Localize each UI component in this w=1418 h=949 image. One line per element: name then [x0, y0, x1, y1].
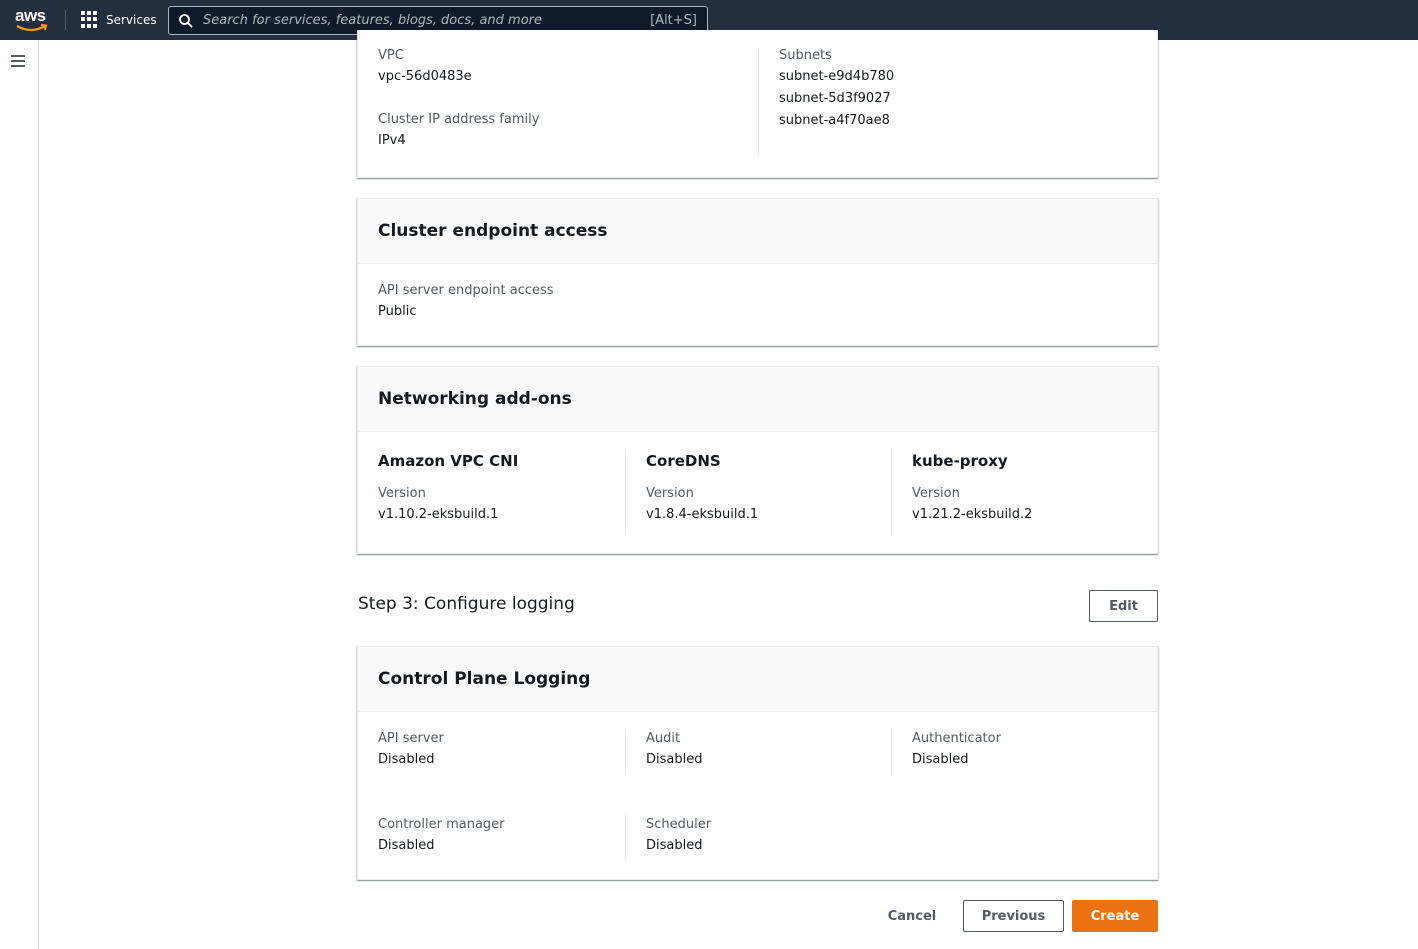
networking-addons-card: Networking add-ons Amazon VPC CNI Versio…: [357, 366, 1158, 554]
column-divider: [758, 48, 759, 158]
grid-icon: [81, 11, 98, 28]
step-title: Step 3: Configure logging: [358, 594, 575, 614]
column-divider: [625, 729, 626, 775]
subnet-value: subnet-a4f70ae8: [779, 113, 890, 128]
networking-card: VPC vpc-56d0483e Cluster IP address fami…: [357, 30, 1158, 178]
previous-button[interactable]: Previous: [963, 900, 1064, 932]
column-divider: [891, 729, 892, 775]
log-type-value: Disabled: [378, 838, 435, 853]
log-type-value: Disabled: [646, 838, 703, 853]
vpc-label: VPC: [378, 48, 404, 63]
card-header: Cluster endpoint access: [358, 199, 1157, 264]
addon-name: Amazon VPC CNI: [378, 452, 519, 470]
card-title: Control Plane Logging: [378, 669, 591, 689]
create-button[interactable]: Create: [1072, 900, 1158, 932]
addon-version-value: v1.21.2-eksbuild.2: [912, 507, 1033, 522]
cancel-button[interactable]: Cancel: [877, 900, 947, 932]
addon-name: kube-proxy: [912, 452, 1008, 470]
side-navigation-rail: [0, 40, 39, 949]
log-type-value: Disabled: [646, 752, 703, 767]
endpoint-access-card: Cluster endpoint access API server endpo…: [357, 198, 1158, 346]
aws-logo[interactable]: aws: [15, 7, 49, 33]
subnet-value: subnet-e9d4b780: [779, 69, 895, 84]
log-type-value: Disabled: [912, 752, 969, 767]
subnets-label: Subnets: [779, 48, 832, 63]
log-type-label: Authenticator: [912, 731, 1001, 746]
services-menu-button[interactable]: Services: [81, 11, 157, 28]
log-type-label: Scheduler: [646, 817, 712, 832]
addon-version-value: v1.10.2-eksbuild.1: [378, 507, 499, 522]
log-type-value: Disabled: [378, 752, 435, 767]
control-plane-logging-card: Control Plane Logging API server Disable…: [357, 646, 1158, 880]
column-divider: [891, 449, 892, 535]
column-divider: [625, 449, 626, 535]
ip-family-label: Cluster IP address family: [378, 112, 540, 127]
vpc-value: vpc-56d0483e: [378, 69, 472, 84]
endpoint-access-label: API server endpoint access: [378, 283, 554, 298]
endpoint-access-value: Public: [378, 304, 417, 319]
services-label: Services: [106, 12, 157, 27]
card-header: Networking add-ons: [358, 367, 1157, 432]
search-shortcut: [Alt+S]: [650, 13, 697, 28]
addon-version-label: Version: [646, 486, 694, 501]
addon-name: CoreDNS: [646, 452, 721, 470]
card-title: Networking add-ons: [378, 389, 572, 409]
addon-version-value: v1.8.4-eksbuild.1: [646, 507, 759, 522]
aws-smile-icon: [16, 24, 48, 32]
menu-icon[interactable]: [11, 55, 25, 67]
log-type-label: Controller manager: [378, 817, 505, 832]
column-divider: [625, 815, 626, 861]
card-title: Cluster endpoint access: [378, 221, 608, 241]
subnet-value: subnet-5d3f9027: [779, 91, 891, 106]
nav-divider: [65, 10, 66, 30]
log-type-label: API server: [378, 731, 444, 746]
addon-version-label: Version: [378, 486, 426, 501]
log-type-label: Audit: [646, 731, 681, 746]
addon-version-label: Version: [912, 486, 960, 501]
card-header: Control Plane Logging: [358, 647, 1157, 712]
edit-button[interactable]: Edit: [1089, 590, 1158, 622]
aws-logo-text: aws: [15, 6, 46, 25]
ip-family-value: IPv4: [378, 133, 406, 148]
search-icon: [179, 13, 193, 28]
